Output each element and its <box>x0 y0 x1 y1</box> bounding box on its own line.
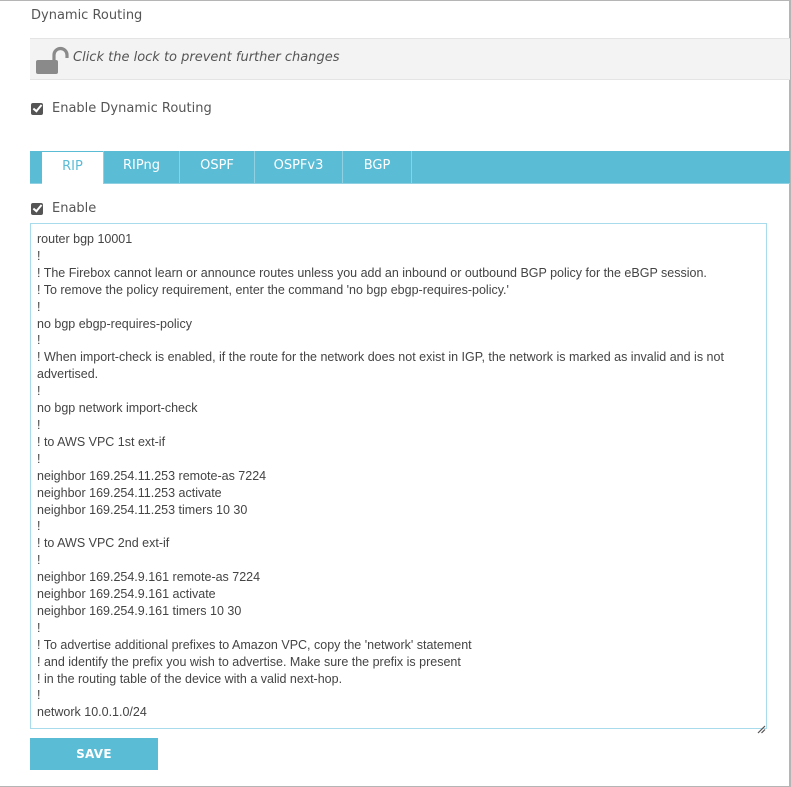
config-line: ! <box>37 248 41 263</box>
config-line: ! to AWS VPC 1st ext-if <box>37 434 166 449</box>
tab-ripng[interactable]: RIPng <box>103 151 180 183</box>
config-line: ! When import-check is enabled, if the r… <box>37 350 728 382</box>
tab-rip[interactable]: RIP <box>42 152 103 184</box>
enable-row: Enable <box>31 201 96 216</box>
enable-dynamic-routing-label: Enable Dynamic Routing <box>52 101 212 116</box>
save-button[interactable]: SAVE <box>30 738 158 770</box>
unlocked-padlock-icon[interactable] <box>35 45 69 75</box>
enable-dynamic-routing-checkbox[interactable] <box>31 102 43 115</box>
config-line: router bgp 10001 <box>37 232 133 246</box>
config-line: neighbor 169.254.9.161 remote-as 7224 <box>37 570 261 585</box>
config-line: ! <box>37 553 41 568</box>
config-line: neighbor 169.254.11.253 remote-as 7224 <box>37 468 267 483</box>
lock-message: Click the lock to prevent further change… <box>73 50 340 65</box>
config-line: ! <box>37 451 41 466</box>
config-line: ! <box>37 333 41 348</box>
config-line: no bgp ebgp-requires-policy <box>37 316 192 331</box>
config-line: neighbor 169.254.11.253 timers 10 30 <box>37 502 248 517</box>
config-line: ! <box>37 417 41 432</box>
config-textarea[interactable]: router bgp 10001! ! The Firebox cannot le… <box>30 223 767 729</box>
lock-bar: Click the lock to prevent further change… <box>30 38 790 80</box>
page-title: Dynamic Routing <box>31 8 143 23</box>
config-line: ! <box>37 688 41 703</box>
config-line: ! <box>37 299 41 314</box>
config-line: neighbor 169.254.11.253 activate <box>37 485 222 500</box>
protocol-tabs: RIP RIPng OSPF OSPFv3 BGP <box>30 151 790 184</box>
config-line: ! to AWS VPC 2nd ext-if <box>37 536 170 551</box>
tab-ospf[interactable]: OSPF <box>180 151 255 183</box>
tab-ospfv3[interactable]: OSPFv3 <box>255 151 343 183</box>
config-line: ! To advertise additional prefixes to Am… <box>37 637 472 652</box>
config-line: neighbor 169.254.9.161 activate <box>37 587 216 602</box>
config-line: ! <box>37 620 41 635</box>
config-line: ! <box>37 384 41 399</box>
resize-grip-icon[interactable] <box>757 719 766 734</box>
config-line: ! <box>37 519 41 534</box>
config-line: ! in the routing table of the device wit… <box>37 671 343 686</box>
config-line: ! The Firebox cannot learn or announce r… <box>37 265 707 280</box>
config-line: ! To remove the policy requirement, ente… <box>37 282 509 297</box>
tab-bgp[interactable]: BGP <box>343 151 412 183</box>
config-line: network 10.0.1.0/24 <box>37 705 147 720</box>
enable-dynamic-routing-row: Enable Dynamic Routing <box>31 101 212 116</box>
enable-checkbox[interactable] <box>31 202 43 215</box>
config-line: neighbor 169.254.9.161 timers 10 30 <box>37 603 242 618</box>
config-line: ! and identify the prefix you wish to ad… <box>37 654 461 669</box>
enable-label: Enable <box>52 201 97 216</box>
config-line: no bgp network import-check <box>37 401 198 416</box>
